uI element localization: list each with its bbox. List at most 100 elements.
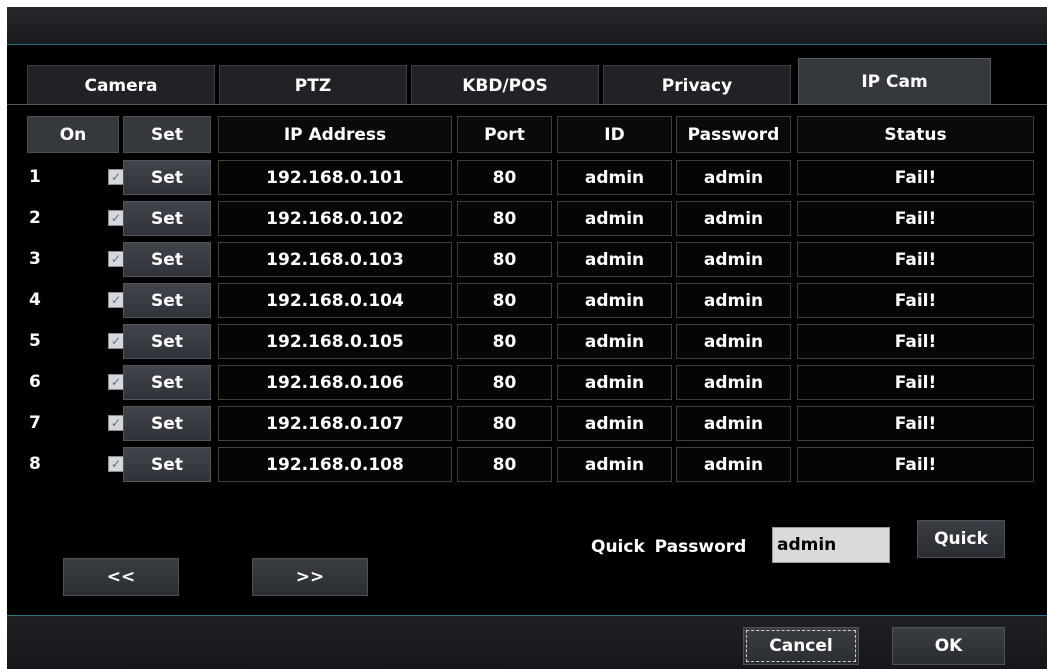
column-header-status: Status xyxy=(797,116,1034,153)
footer-bar: Cancel OK xyxy=(7,615,1047,669)
password-field[interactable]: admin xyxy=(676,447,791,482)
password-field[interactable]: admin xyxy=(676,324,791,359)
ip-address-field[interactable]: 192.168.0.107 xyxy=(218,406,452,441)
id-field[interactable]: admin xyxy=(557,324,672,359)
password-field[interactable]: admin xyxy=(676,242,791,277)
cancel-button[interactable]: Cancel xyxy=(743,627,859,665)
check-icon: ✓ xyxy=(110,457,122,471)
status-value: Fail! xyxy=(797,242,1034,277)
check-icon: ✓ xyxy=(110,334,122,348)
id-field[interactable]: admin xyxy=(557,160,672,195)
port-field[interactable]: 80 xyxy=(457,283,552,318)
id-field[interactable]: admin xyxy=(557,447,672,482)
ip-camera-dialog: Camera PTZ KBD/POS Privacy IP Cam On Set… xyxy=(7,7,1047,669)
tab-underline xyxy=(7,104,1047,105)
camera-enabled-checkbox[interactable]: ✓ xyxy=(108,251,124,267)
column-header-set: Set xyxy=(123,116,211,153)
camera-enabled-checkbox[interactable]: ✓ xyxy=(108,456,124,472)
column-header-id: ID xyxy=(557,116,672,153)
set-button[interactable]: Set xyxy=(123,242,211,277)
set-button[interactable]: Set xyxy=(123,283,211,318)
camera-enabled-checkbox[interactable]: ✓ xyxy=(108,415,124,431)
port-field[interactable]: 80 xyxy=(457,406,552,441)
table-row: 5 ✓ Set 192.168.0.105 80 admin admin Fai… xyxy=(7,321,1047,361)
row-number: 7 xyxy=(29,413,41,433)
check-icon: ✓ xyxy=(110,293,122,307)
status-value: Fail! xyxy=(797,447,1034,482)
column-header-port: Port xyxy=(457,116,552,153)
status-value: Fail! xyxy=(797,201,1034,236)
ip-address-field[interactable]: 192.168.0.103 xyxy=(218,242,452,277)
camera-enabled-checkbox[interactable]: ✓ xyxy=(108,169,124,185)
ip-address-field[interactable]: 192.168.0.105 xyxy=(218,324,452,359)
ip-address-field[interactable]: 192.168.0.104 xyxy=(218,283,452,318)
status-value: Fail! xyxy=(797,283,1034,318)
row-number: 6 xyxy=(29,372,41,392)
set-button[interactable]: Set xyxy=(123,201,211,236)
password-field[interactable]: admin xyxy=(676,201,791,236)
id-field[interactable]: admin xyxy=(557,406,672,441)
set-button[interactable]: Set xyxy=(123,365,211,400)
table-row: 7 ✓ Set 192.168.0.107 80 admin admin Fai… xyxy=(7,403,1047,443)
table-row: 3 ✓ Set 192.168.0.103 80 admin admin Fai… xyxy=(7,239,1047,279)
port-field[interactable]: 80 xyxy=(457,324,552,359)
title-bar xyxy=(7,7,1047,45)
row-number: 1 xyxy=(29,167,41,187)
camera-enabled-checkbox[interactable]: ✓ xyxy=(108,210,124,226)
status-value: Fail! xyxy=(797,160,1034,195)
row-number: 4 xyxy=(29,290,41,310)
password-field[interactable]: admin xyxy=(676,283,791,318)
tab-kbd-pos[interactable]: KBD/POS xyxy=(411,65,599,105)
status-value: Fail! xyxy=(797,365,1034,400)
port-field[interactable]: 80 xyxy=(457,201,552,236)
next-page-button[interactable]: >> xyxy=(252,558,368,596)
tab-ip-cam[interactable]: IP Cam xyxy=(798,58,991,105)
id-field[interactable]: admin xyxy=(557,283,672,318)
password-field[interactable]: admin xyxy=(676,406,791,441)
set-button[interactable]: Set xyxy=(123,406,211,441)
password-field[interactable]: admin xyxy=(676,160,791,195)
column-header-password: Password xyxy=(676,116,791,153)
row-number: 3 xyxy=(29,249,41,269)
id-field[interactable]: admin xyxy=(557,242,672,277)
check-icon: ✓ xyxy=(110,375,122,389)
quick-button[interactable]: Quick xyxy=(917,520,1005,558)
status-value: Fail! xyxy=(797,324,1034,359)
id-field[interactable]: admin xyxy=(557,201,672,236)
quick-password-input[interactable] xyxy=(772,527,890,563)
port-field[interactable]: 80 xyxy=(457,447,552,482)
id-field[interactable]: admin xyxy=(557,365,672,400)
check-icon: ✓ xyxy=(110,170,122,184)
ip-address-field[interactable]: 192.168.0.102 xyxy=(218,201,452,236)
ip-address-field[interactable]: 192.168.0.108 xyxy=(218,447,452,482)
table-row: 4 ✓ Set 192.168.0.104 80 admin admin Fai… xyxy=(7,280,1047,320)
ip-address-field[interactable]: 192.168.0.106 xyxy=(218,365,452,400)
tab-ptz[interactable]: PTZ xyxy=(219,65,407,105)
tab-bar: Camera PTZ KBD/POS Privacy IP Cam xyxy=(7,58,1047,105)
ok-button[interactable]: OK xyxy=(892,627,1005,665)
camera-enabled-checkbox[interactable]: ✓ xyxy=(108,333,124,349)
camera-enabled-checkbox[interactable]: ✓ xyxy=(108,374,124,390)
set-button[interactable]: Set xyxy=(123,324,211,359)
check-icon: ✓ xyxy=(110,211,122,225)
table-row: 6 ✓ Set 192.168.0.106 80 admin admin Fai… xyxy=(7,362,1047,402)
table-row: 8 ✓ Set 192.168.0.108 80 admin admin Fai… xyxy=(7,444,1047,484)
table-row: 2 ✓ Set 192.168.0.102 80 admin admin Fai… xyxy=(7,198,1047,238)
port-field[interactable]: 80 xyxy=(457,242,552,277)
status-value: Fail! xyxy=(797,406,1034,441)
table-row: 1 ✓ Set 192.168.0.101 80 admin admin Fai… xyxy=(7,157,1047,197)
ip-address-field[interactable]: 192.168.0.101 xyxy=(218,160,452,195)
password-field[interactable]: admin xyxy=(676,365,791,400)
row-number: 5 xyxy=(29,331,41,351)
column-header-on: On xyxy=(27,116,119,153)
previous-page-button[interactable]: << xyxy=(63,558,179,596)
port-field[interactable]: 80 xyxy=(457,160,552,195)
row-number: 2 xyxy=(29,208,41,228)
set-button[interactable]: Set xyxy=(123,160,211,195)
port-field[interactable]: 80 xyxy=(457,365,552,400)
tab-privacy[interactable]: Privacy xyxy=(603,65,791,105)
tab-camera[interactable]: Camera xyxy=(27,65,215,105)
column-header-ip-address: IP Address xyxy=(218,116,452,153)
camera-enabled-checkbox[interactable]: ✓ xyxy=(108,292,124,308)
set-button[interactable]: Set xyxy=(123,447,211,482)
